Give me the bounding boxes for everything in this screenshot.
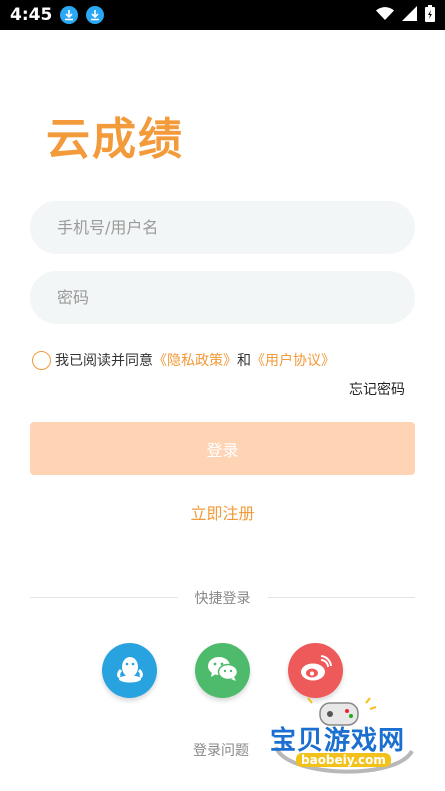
signal-icon (402, 5, 417, 25)
wechat-icon (207, 655, 239, 687)
weibo-login-button[interactable] (288, 643, 343, 698)
password-field[interactable] (30, 271, 415, 324)
qq-login-button[interactable] (102, 643, 157, 698)
app-logo: 云成绩 (46, 114, 184, 165)
quick-login-label: 快捷登录 (194, 591, 251, 607)
watermark-url: baobeiy.com (296, 753, 391, 767)
username-input[interactable] (57, 218, 415, 237)
status-time: 4:45 (10, 5, 53, 25)
register-link[interactable]: 立即注册 (0, 500, 445, 524)
username-field[interactable] (30, 201, 415, 254)
wifi-icon (376, 6, 394, 25)
login-button[interactable]: 登录 (30, 422, 415, 475)
forgot-password-link[interactable]: 忘记密码 (349, 379, 405, 399)
qq-icon (116, 654, 144, 688)
status-bar: 4:45 (0, 0, 445, 30)
watermark-text: 宝贝游戏网 (270, 726, 406, 756)
watermark: 宝贝游戏网 baobeiy.com (268, 695, 418, 785)
login-problem-link[interactable]: 登录问题 (193, 740, 249, 760)
password-input[interactable] (57, 288, 415, 307)
weibo-icon (300, 654, 332, 687)
user-agreement-link[interactable]: 《用户协议》 (251, 350, 335, 370)
agreement-and: 和 (237, 353, 251, 369)
download-notification-icon (86, 6, 105, 24)
agreement-checkbox[interactable] (32, 350, 51, 370)
privacy-policy-link[interactable]: 《隐私政策》 (153, 350, 237, 370)
agreement-prefix: 我已阅读并同意 (55, 353, 153, 369)
download-notification-icon (60, 6, 79, 24)
agreement-row: 我已阅读并同意 《隐私政策》 和 《用户协议》 (32, 350, 335, 370)
wechat-login-button[interactable] (195, 643, 250, 698)
battery-icon (425, 4, 435, 26)
